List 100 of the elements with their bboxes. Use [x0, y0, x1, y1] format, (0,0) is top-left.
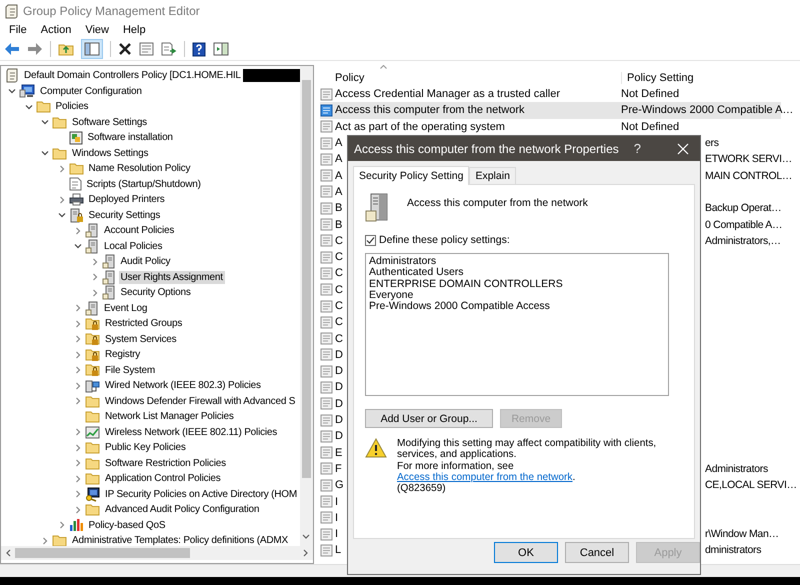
list-item[interactable]: Administrators — [369, 256, 665, 268]
scroll-right-icon[interactable] — [303, 549, 309, 557]
checkbox[interactable] — [365, 234, 376, 246]
tree-item[interactable]: Registry — [103, 348, 142, 362]
cut-off-row-label[interactable]: G — [335, 479, 344, 492]
properties-icon[interactable] — [139, 42, 154, 56]
tree-item[interactable]: Windows Defender Firewall with Advanced S — [103, 394, 298, 408]
tree-item[interactable]: Policies — [54, 100, 90, 114]
menu-item[interactable]: Help — [116, 24, 153, 36]
tree-item[interactable]: Software Restriction Policies — [103, 456, 228, 470]
cut-off-row-label[interactable]: C — [335, 234, 343, 247]
expand-chevron-icon[interactable] — [58, 521, 66, 530]
collapse-chevron-icon[interactable] — [74, 242, 82, 250]
menu-item[interactable]: View — [78, 24, 116, 36]
cut-off-row-label[interactable]: A — [335, 170, 342, 182]
tree-item[interactable]: Event Log — [102, 302, 150, 315]
dialog-button[interactable]: Cancel — [565, 542, 629, 563]
help-book-icon[interactable] — [192, 42, 206, 56]
tree-item[interactable]: Security Settings — [86, 208, 162, 222]
cut-off-row-label[interactable]: D — [335, 381, 343, 394]
cut-off-row-label[interactable]: C — [335, 267, 343, 280]
tree-item[interactable]: Advanced Audit Policy Configuration — [103, 503, 262, 516]
expand-chevron-icon[interactable] — [90, 258, 98, 266]
expand-chevron-icon[interactable] — [90, 288, 98, 297]
forward-arrow-icon[interactable] — [27, 42, 43, 56]
cut-off-row-label[interactable]: C — [335, 332, 343, 345]
expand-chevron-icon[interactable] — [74, 397, 82, 406]
action-button[interactable]: Add User or Group... — [365, 409, 493, 428]
list-item[interactable]: Everyone — [369, 290, 665, 302]
expand-chevron-icon[interactable] — [41, 536, 49, 545]
collapse-chevron-icon[interactable] — [58, 211, 66, 220]
expand-chevron-icon[interactable] — [90, 273, 98, 282]
menu-item[interactable]: File — [2, 24, 34, 36]
close-icon[interactable] — [677, 142, 689, 154]
expand-chevron-icon[interactable] — [74, 366, 82, 374]
export-list-icon[interactable] — [161, 42, 177, 56]
cut-off-row-label[interactable]: L — [335, 544, 342, 556]
tree-item[interactable]: Wireless Network (IEEE 802.11) Policies — [103, 426, 280, 439]
cut-off-row-label[interactable]: B — [335, 218, 342, 231]
collapse-chevron-icon[interactable] — [8, 87, 16, 96]
cut-off-row-label[interactable]: E — [335, 446, 342, 459]
cut-off-row-label[interactable]: C — [335, 300, 343, 312]
menu-item[interactable]: Action — [34, 24, 78, 36]
collapse-chevron-icon[interactable] — [41, 149, 49, 158]
expand-chevron-icon[interactable] — [58, 164, 66, 173]
list-item[interactable]: Pre-Windows 2000 Compatible Access — [369, 301, 665, 312]
column-header[interactable]: Policy Setting — [621, 72, 694, 84]
tree-item[interactable]: Deployed Printers — [86, 193, 167, 206]
vertical-scrollbar[interactable] — [300, 66, 313, 546]
expand-chevron-icon[interactable] — [74, 350, 82, 359]
tree-item[interactable]: Scripts (Startup/Shutdown) — [84, 178, 203, 191]
tree-item[interactable]: Network List Manager Policies — [103, 410, 236, 424]
tree-item[interactable]: Computer Configuration — [38, 84, 144, 98]
tree-item[interactable]: Restricted Groups — [103, 317, 184, 330]
help-link[interactable]: Access this computer from the network — [397, 472, 573, 483]
horizontal-scrollbar[interactable] — [1, 546, 313, 560]
tree-item[interactable]: Account Policies — [102, 224, 176, 238]
cut-off-row-label[interactable]: B — [335, 202, 342, 214]
cut-off-row-label[interactable]: D — [335, 398, 343, 410]
cut-off-row-label[interactable]: C — [335, 251, 343, 264]
tree-item[interactable]: Audit Policy — [118, 255, 172, 268]
cut-off-row-label[interactable]: I — [335, 512, 338, 524]
expand-chevron-icon[interactable] — [74, 428, 82, 436]
expand-chevron-icon[interactable] — [74, 304, 82, 312]
tree-item[interactable]: Windows Settings — [70, 146, 150, 160]
tree-item[interactable]: Name Resolution Policy — [86, 162, 192, 176]
list-item[interactable]: Authenticated Users — [369, 267, 665, 279]
expand-chevron-icon[interactable] — [74, 506, 82, 514]
tree-item[interactable]: Security Options — [118, 286, 193, 300]
tree-item[interactable]: Software installation — [86, 131, 175, 144]
tree-item[interactable]: User Rights Assignment — [118, 270, 225, 284]
cut-off-row-label[interactable]: D — [335, 430, 343, 442]
tab[interactable]: Explain — [469, 167, 516, 184]
action-pane-icon[interactable] — [213, 42, 229, 56]
cut-off-row-label[interactable]: D — [335, 348, 343, 361]
policy-name[interactable]: Act as part of the operating system — [335, 120, 505, 133]
tree-item[interactable]: File System — [103, 364, 158, 377]
dialog-button[interactable]: OK — [494, 542, 558, 563]
column-header[interactable]: Policy — [320, 72, 621, 84]
policy-name[interactable]: Access Credential Manager as a trusted caller — [335, 88, 560, 100]
cut-off-row-label[interactable]: C — [335, 284, 343, 296]
cut-off-row-label[interactable]: I — [335, 528, 338, 540]
tree-item[interactable]: Software Settings — [70, 116, 149, 129]
expand-chevron-icon[interactable] — [74, 474, 82, 483]
expand-chevron-icon[interactable] — [58, 196, 66, 204]
tree-item[interactable]: System Services — [103, 332, 178, 346]
cut-off-row-label[interactable]: A — [335, 186, 342, 198]
expand-chevron-icon[interactable] — [74, 320, 82, 328]
scroll-left-icon[interactable] — [5, 549, 11, 557]
expand-chevron-icon[interactable] — [74, 459, 82, 468]
delete-icon[interactable] — [118, 42, 132, 56]
cut-off-row-label[interactable]: D — [335, 414, 343, 426]
scroll-down-icon[interactable] — [302, 534, 310, 540]
cut-off-row-label[interactable]: D — [335, 365, 343, 378]
expand-chevron-icon[interactable] — [74, 335, 82, 344]
collapse-chevron-icon[interactable] — [41, 118, 49, 126]
cut-off-row-label[interactable]: F — [335, 462, 342, 475]
list-item[interactable]: ENTERPRISE DOMAIN CONTROLLERS — [369, 278, 665, 290]
tree-item[interactable]: Application Control Policies — [103, 472, 223, 486]
expand-chevron-icon[interactable] — [74, 226, 82, 235]
